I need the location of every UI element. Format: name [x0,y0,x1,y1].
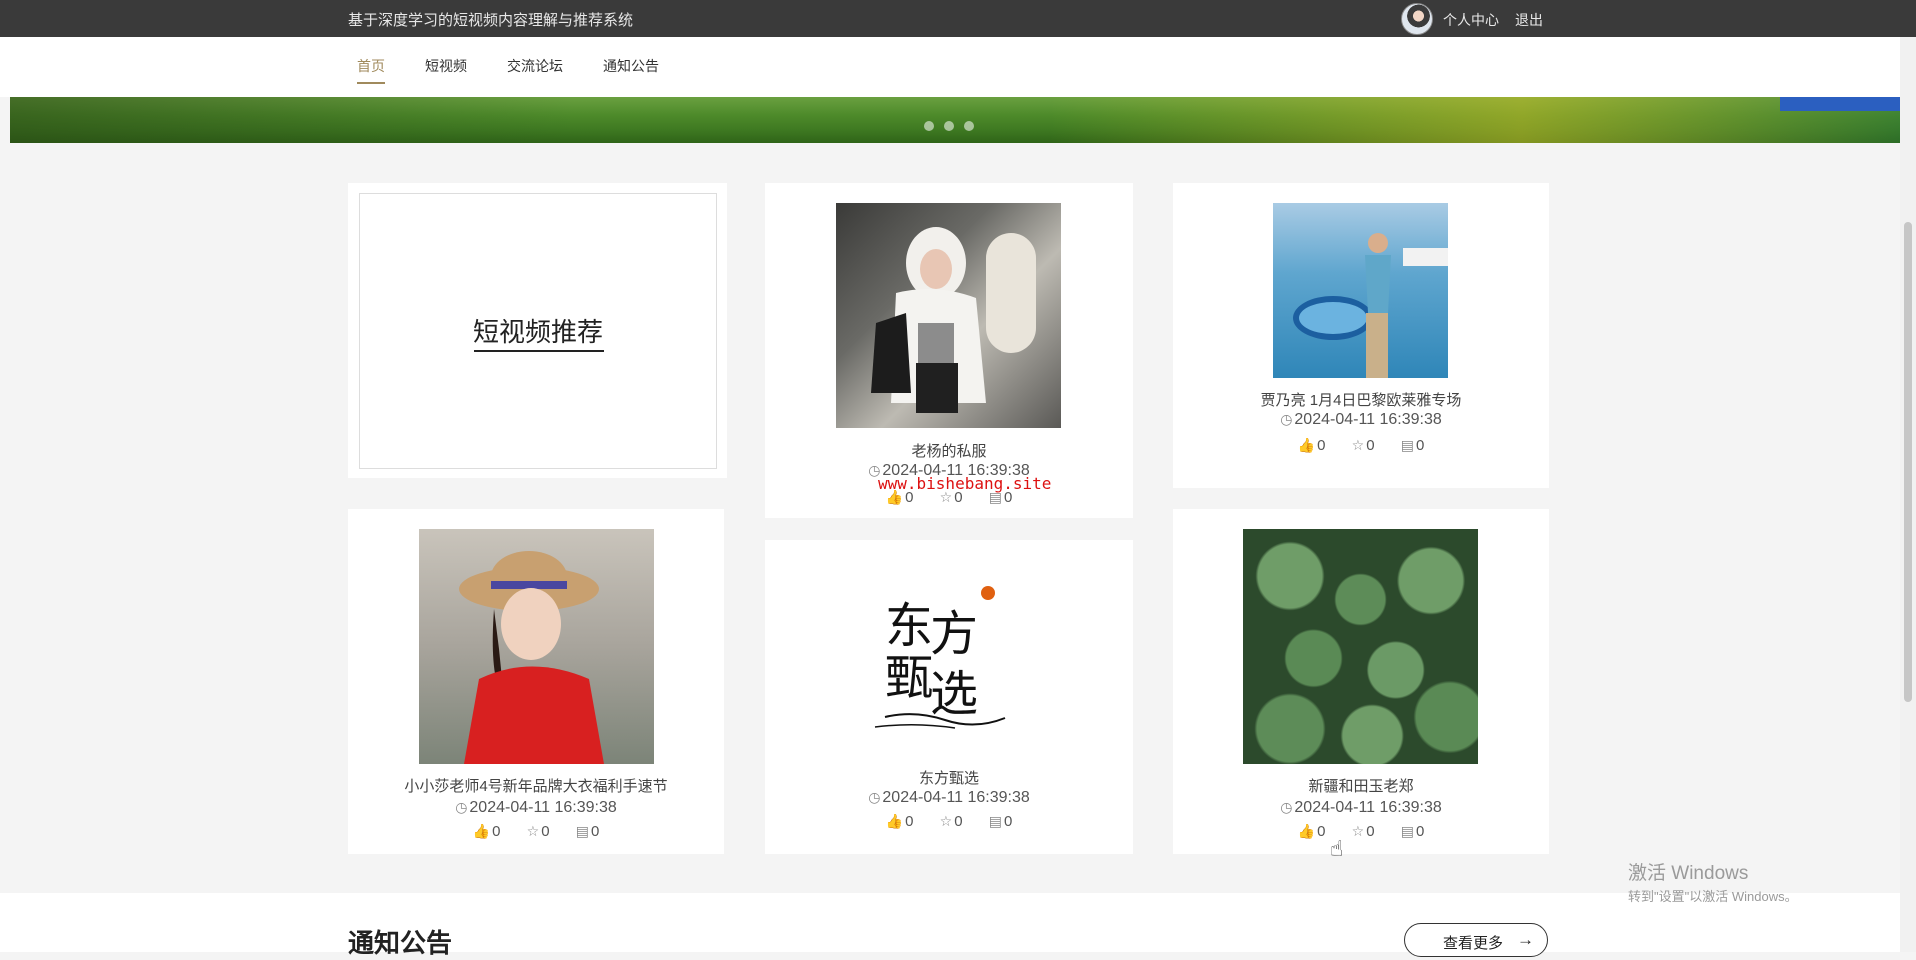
star-icon: ☆ [1351,823,1365,839]
site-title: 基于深度学习的短视频内容理解与推荐系统 [348,12,634,29]
video-image [871,227,1036,413]
comment-icon: ▤ [1400,437,1414,453]
page-scrollbar[interactable] [1900,37,1916,952]
video-title[interactable]: 贾乃亮 1月4日巴黎欧莱雅专场 [1173,389,1549,410]
recommend-underline [474,350,604,352]
favorite-button[interactable]: ☆ 0 [527,823,550,840]
video-title[interactable]: 东方甄选 [765,767,1133,788]
video-time: ◷ 2024-04-11 16:39:38 [1280,411,1442,428]
comment-icon: ▤ [575,823,589,839]
star-icon: ☆ [1351,437,1365,453]
comment-button[interactable]: ▤ 0 [989,813,1013,830]
star-icon: ☆ [526,823,540,839]
svg-text:选: 选 [930,666,978,722]
arrow-right-icon: → [1517,930,1534,949]
main-nav: 首页 短视频 交流论坛 通知公告 [0,37,1900,97]
thumbs-up-icon: 👍 [1297,823,1316,839]
nav-videos[interactable]: 短视频 [425,56,467,82]
carousel-dot-3[interactable] [964,121,974,131]
notice-title: 通知公告 [348,928,453,958]
video-title[interactable]: 新疆和田玉老郑 [1173,775,1549,796]
clock-icon: ◷ [1280,799,1293,815]
site-watermark: www.bishebang.site [878,474,1052,493]
video-time: ◷ 2024-04-11 16:39:38 [868,789,1030,806]
svg-text:甄: 甄 [885,650,933,706]
video-stats: 👍 0 ☆ 0 ▤ 0 [1173,437,1549,454]
like-button[interactable]: 👍 0 [1298,823,1326,840]
nav-forum[interactable]: 交流论坛 [507,56,563,82]
nav-notices[interactable]: 通知公告 [603,56,659,82]
video-stats: 👍 0 ☆ 0 ▤ 0 [765,813,1133,830]
video-time: ◷ 2024-04-11 16:39:38 [1280,799,1442,816]
clock-icon: ◷ [1280,411,1293,427]
video-thumbnail[interactable] [836,203,1061,428]
notice-section [0,893,1900,952]
video-title[interactable]: 小小莎老师4号新年品牌大衣福利手速节 [348,775,724,796]
video-card[interactable]: 新疆和田玉老郑 ◷ 2024-04-11 16:39:38 👍 0 ☆ 0 ▤ 0 [1173,509,1549,854]
logout-link[interactable]: 退出 [1515,10,1543,30]
video-time: ◷ 2024-04-11 16:39:38 [455,799,617,816]
carousel-dot-1[interactable] [924,121,934,131]
video-image [459,551,604,764]
video-thumbnail[interactable]: 东 方 甄 选 [855,582,1045,732]
favorite-button[interactable]: ☆ 0 [1352,823,1375,840]
view-more-label: 查看更多 [1443,935,1504,952]
thumbs-up-icon: 👍 [885,813,904,829]
like-button[interactable]: 👍 0 [886,813,914,830]
like-button[interactable]: 👍 0 [473,823,501,840]
svg-text:方: 方 [930,606,978,662]
scrollbar-thumb[interactable] [1904,222,1912,702]
video-card[interactable]: 小小莎老师4号新年品牌大衣福利手速节 ◷ 2024-04-11 16:39:38 … [348,509,724,854]
windows-activation-title: 激活 Windows [1628,863,1749,884]
comment-icon: ▤ [1400,823,1414,839]
like-button[interactable]: 👍 0 [1298,437,1326,454]
recommend-title: 短视频推荐 [472,317,603,347]
video-thumbnail[interactable] [1243,529,1478,764]
clock-icon: ◷ [455,799,468,815]
comment-button[interactable]: ▤ 0 [1401,823,1425,840]
carousel-dots [924,118,984,136]
favorite-button[interactable]: ☆ 0 [1352,437,1375,454]
windows-activation-subtitle: 转到"设置"以激活 Windows。 [1628,889,1798,904]
nav-home[interactable]: 首页 [357,56,385,84]
video-card[interactable]: 老杨的私服 ◷ 2024-04-11 16:39:38 👍 0 ☆ 0 ▤ 0 [765,183,1133,518]
video-stats: 👍 0 ☆ 0 ▤ 0 [1173,823,1549,840]
video-image [1293,233,1448,378]
video-thumbnail[interactable] [419,529,654,764]
thumbs-up-icon: 👍 [1297,437,1316,453]
star-icon: ☆ [939,813,953,829]
brand-logo: 东 方 甄 选 [874,586,1006,729]
avatar[interactable] [1401,3,1433,35]
clock-icon: ◷ [868,789,881,805]
video-thumbnail[interactable] [1273,203,1448,378]
top-bar: 基于深度学习的短视频内容理解与推荐系统 个人中心 退出 [0,0,1916,37]
video-card[interactable]: 贾乃亮 1月4日巴黎欧莱雅专场 ◷ 2024-04-11 16:39:38 👍 0 … [1173,183,1549,488]
favorite-button[interactable]: ☆ 0 [940,813,963,830]
video-stats: 👍 0 ☆ 0 ▤ 0 [348,823,724,840]
user-center-link[interactable]: 个人中心 [1443,10,1499,30]
comment-icon: ▤ [988,813,1002,829]
carousel-dot-2[interactable] [944,121,954,131]
thumbs-up-icon: 👍 [472,823,491,839]
video-title[interactable]: 老杨的私服 [765,440,1133,461]
svg-text:东: 东 [885,598,933,654]
hand-cursor-icon: ☝ [1330,836,1344,861]
comment-button[interactable]: ▤ 0 [576,823,600,840]
comment-button[interactable]: ▤ 0 [1401,437,1425,454]
recommend-box: 短视频推荐 [359,193,717,469]
video-card[interactable]: 东 方 甄 选 东方甄选 ◷ 2024-04-11 16:39:38 👍 0 ☆ 0 … [765,540,1133,854]
